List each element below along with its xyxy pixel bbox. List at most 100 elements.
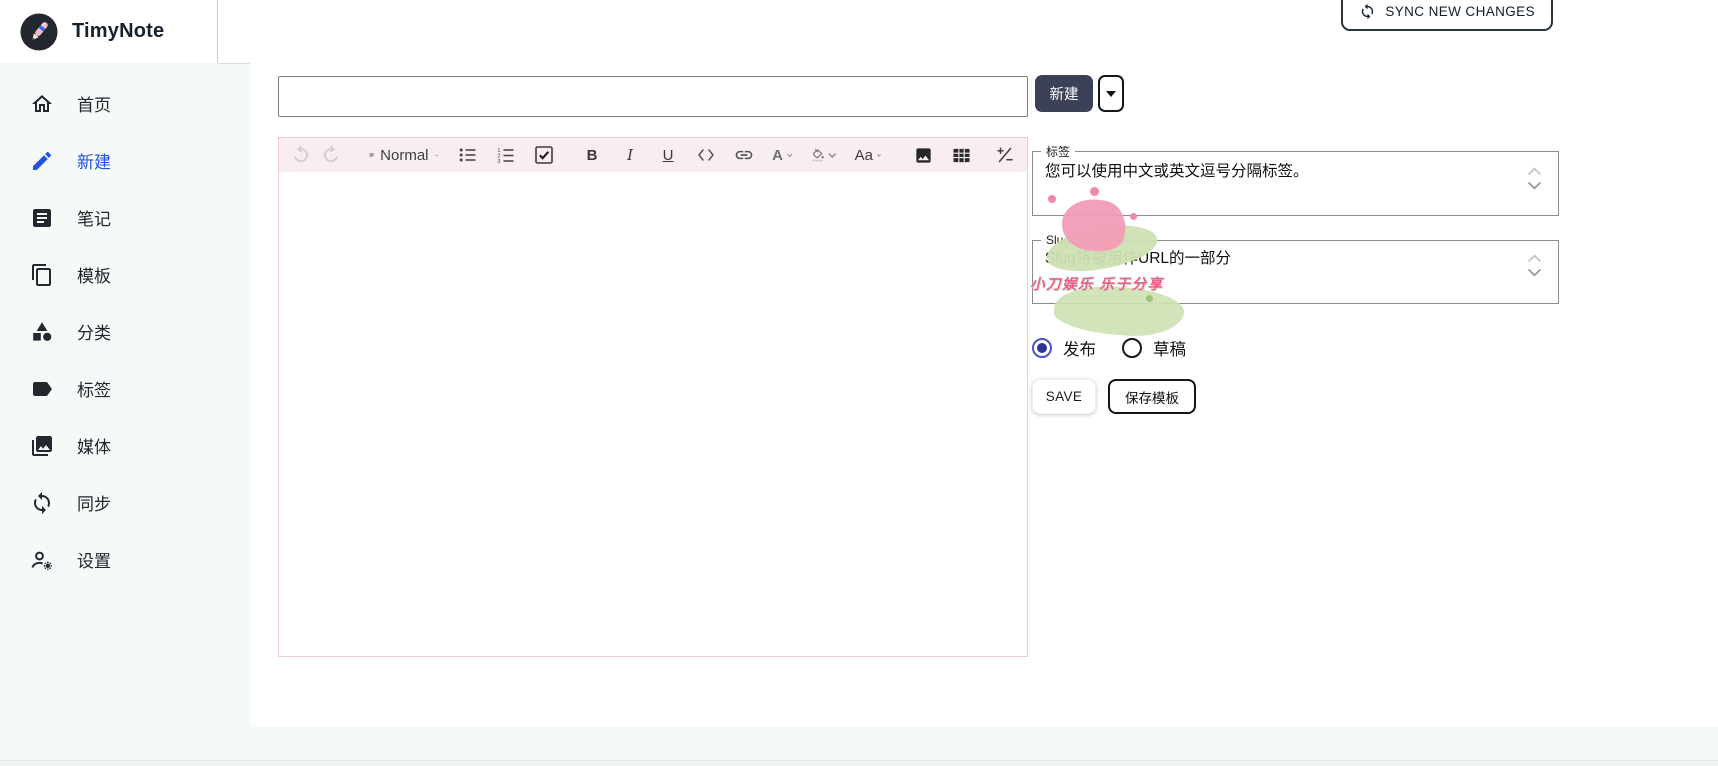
svg-text:3: 3 xyxy=(497,159,500,163)
app-title: TimyNote xyxy=(72,20,164,43)
bold-icon: B xyxy=(587,147,598,164)
editor-toolbar: Normal 123 B I U xyxy=(279,138,1027,172)
bullet-list-button[interactable] xyxy=(456,142,480,168)
sidebar-item-label: 媒体 xyxy=(77,433,111,458)
task-list-icon xyxy=(535,146,553,164)
italic-button[interactable]: I xyxy=(618,142,642,168)
image-icon xyxy=(914,146,933,165)
chevron-down-icon xyxy=(787,152,793,159)
font-size-icon: Aa xyxy=(855,147,873,164)
sync-new-changes-button[interactable]: SYNC NEW CHANGES xyxy=(1341,0,1553,31)
sidebar-item-settings[interactable]: 设置 xyxy=(0,531,250,588)
top-bar: SYNC NEW CHANGES xyxy=(218,0,1718,64)
bold-button[interactable]: B xyxy=(580,142,604,168)
create-button[interactable]: 新建 xyxy=(1035,75,1093,112)
sidebar-item-tags[interactable]: 标签 xyxy=(0,360,250,417)
tags-field-placeholder: 您可以使用中文或英文逗号分隔标签。 xyxy=(1033,160,1558,182)
chevron-down-icon xyxy=(877,152,881,159)
rich-text-editor: Normal 123 B I U xyxy=(278,137,1028,657)
slug-field-label: Slug xyxy=(1041,233,1075,247)
ordered-list-icon: 123 xyxy=(497,147,515,163)
slug-spinner-up-icon[interactable] xyxy=(1527,254,1542,263)
radio-selected-icon xyxy=(1032,338,1052,358)
sync-button-label: SYNC NEW CHANGES xyxy=(1385,4,1535,19)
footer-edge-line xyxy=(0,760,1718,766)
sidebar-item-notes[interactable]: 笔记 xyxy=(0,189,250,246)
sidebar-item-templates[interactable]: 模板 xyxy=(0,246,250,303)
category-icon xyxy=(30,320,54,344)
photo-library-icon xyxy=(30,434,54,458)
sidebar-item-label: 模板 xyxy=(77,262,111,287)
link-button[interactable] xyxy=(732,142,756,168)
font-color-icon: A xyxy=(772,147,783,164)
create-dropdown-button[interactable] xyxy=(1098,75,1124,112)
note-title-input[interactable] xyxy=(278,76,1028,117)
font-size-dropdown[interactable]: Aa xyxy=(853,142,883,168)
link-icon xyxy=(734,145,754,165)
undo-icon xyxy=(292,146,310,164)
logo-area: TimyNote xyxy=(0,0,218,63)
bullet-list-icon xyxy=(459,147,477,163)
slug-field[interactable]: Slug Slug将被用作URL的一部分 xyxy=(1032,233,1559,304)
footer-strip xyxy=(0,727,1718,766)
slug-field-placeholder: Slug将被用作URL的一部分 xyxy=(1033,247,1558,269)
ordered-list-button[interactable]: 123 xyxy=(494,142,518,168)
radio-publish-label: 发布 xyxy=(1063,336,1096,360)
underline-icon: U xyxy=(663,147,674,164)
radio-draft[interactable]: 草稿 xyxy=(1122,336,1186,360)
app-logo-icon xyxy=(20,13,58,51)
tags-spinner-up-icon[interactable] xyxy=(1527,167,1542,176)
home-icon xyxy=(30,92,54,116)
insert-image-button[interactable] xyxy=(911,142,935,168)
underline-button[interactable]: U xyxy=(656,142,680,168)
redo-button[interactable] xyxy=(319,142,343,168)
tags-field-label: 标签 xyxy=(1041,143,1075,160)
radio-publish[interactable]: 发布 xyxy=(1032,336,1096,360)
sidebar-item-media[interactable]: 媒体 xyxy=(0,417,250,474)
tags-spinner-down-icon[interactable] xyxy=(1527,181,1542,190)
editor-content-area[interactable] xyxy=(279,172,1027,656)
highlight-color-dropdown[interactable] xyxy=(809,142,839,168)
slug-spinner-down-icon[interactable] xyxy=(1527,268,1542,277)
app-root: TimyNote SYNC NEW CHANGES 首页 新建 xyxy=(0,0,1718,766)
sidebar-item-categories[interactable]: 分类 xyxy=(0,303,250,360)
sidebar-item-label: 标签 xyxy=(77,376,111,401)
copy-icon xyxy=(30,263,54,287)
manage-accounts-icon xyxy=(30,548,54,572)
chevron-down-icon xyxy=(828,152,836,159)
sidebar-item-label: 新建 xyxy=(77,148,111,173)
task-list-button[interactable] xyxy=(532,142,556,168)
paragraph-style-dropdown[interactable]: Normal xyxy=(367,142,440,168)
italic-icon: I xyxy=(627,146,633,164)
sidebar-item-label: 首页 xyxy=(77,91,111,116)
sidebar-item-label: 笔记 xyxy=(77,205,111,230)
sidebar-item-home[interactable]: 首页 xyxy=(0,75,250,132)
save-button[interactable]: SAVE xyxy=(1032,379,1096,414)
code-icon xyxy=(698,149,714,161)
sync-icon xyxy=(30,491,54,515)
sidebar-item-label: 分类 xyxy=(77,319,111,344)
status-radio-group: 发布 草稿 xyxy=(1032,336,1186,360)
radio-unselected-icon xyxy=(1122,338,1142,358)
pencil-icon xyxy=(30,149,54,173)
code-button[interactable] xyxy=(694,142,718,168)
table-icon xyxy=(952,147,971,164)
font-color-dropdown[interactable]: A xyxy=(770,142,794,168)
radio-draft-label: 草稿 xyxy=(1153,336,1186,360)
tags-field[interactable]: 标签 您可以使用中文或英文逗号分隔标签。 xyxy=(1032,143,1559,216)
plus-minus-button[interactable] xyxy=(993,142,1017,168)
paragraph-style-label: Normal xyxy=(380,147,428,164)
chevron-down-icon xyxy=(435,152,439,159)
sidebar-item-label: 同步 xyxy=(77,490,111,515)
save-template-button[interactable]: 保存模板 xyxy=(1108,379,1196,414)
sidebar: 首页 新建 笔记 模板 分类 xyxy=(0,63,250,727)
undo-button[interactable] xyxy=(289,142,313,168)
main-content: 新建 Normal xyxy=(250,63,1718,727)
highlight-fill-icon xyxy=(811,146,825,164)
sidebar-item-label: 设置 xyxy=(77,547,111,572)
sidebar-item-sync[interactable]: 同步 xyxy=(0,474,250,531)
caret-down-icon xyxy=(1106,91,1116,97)
redo-icon xyxy=(322,146,340,164)
insert-table-button[interactable] xyxy=(949,142,973,168)
sidebar-item-new[interactable]: 新建 xyxy=(0,132,250,189)
